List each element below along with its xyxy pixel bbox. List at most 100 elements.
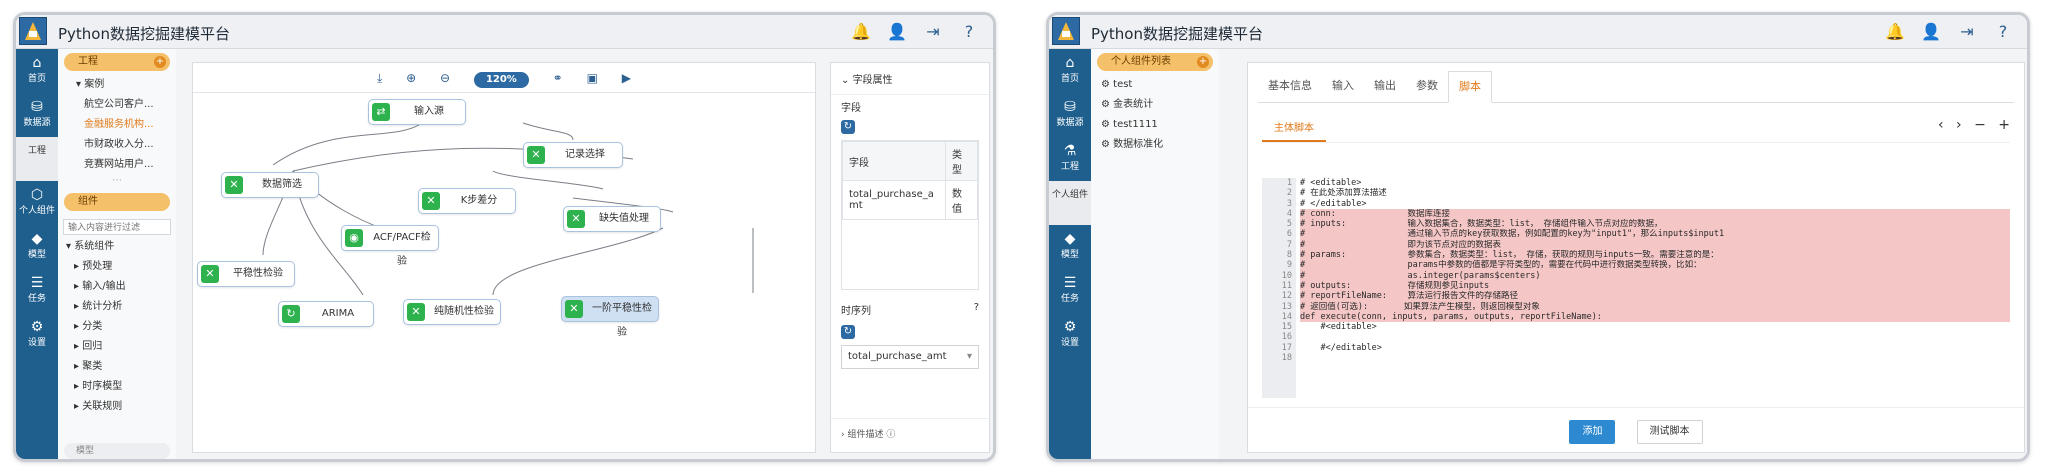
code-line[interactable]: # params中参数的值都是字符类型的，需要在代码中进行数据类型转换，比如： [1300,260,2010,271]
test-script-button[interactable]: 测试脚本 [1636,420,1703,444]
tree-item[interactable]: 市财政收入分... [76,135,176,155]
code-line[interactable]: # </editable> [1300,199,2010,209]
workflow-node[interactable]: ✕ 一阶平稳性检验 [561,296,659,338]
workflow-node[interactable]: ✕ 记录选择 [523,142,623,168]
tree-item[interactable]: ▸ 聚类 [66,357,176,377]
workflow-node[interactable]: ✕ 纯随机性检验 [403,299,501,325]
help-icon[interactable]: ? [974,302,979,313]
nav-item[interactable]: ⛁ 数据源 [16,93,58,137]
workflow-node[interactable]: ↻ ARIMA [278,301,374,327]
editor-tab[interactable]: 输出 [1364,71,1406,102]
code-line[interactable]: # 通过输入节点的key获取数据，例如配置的key为"input1"，那么inp… [1300,229,2010,240]
code-line[interactable]: # reportFileName: 算法运行报告文件的存储路径 [1300,291,2010,302]
component-desc[interactable]: › 组件描述 ⓘ [831,418,989,448]
help-icon[interactable]: ? [951,22,987,41]
code-line[interactable]: # 在此处添加算法描述 [1300,188,2010,198]
editor-panel: 基本信息 输入 输出 参数 脚本 主体脚本 ‹ › − + 1 2 3 4 5 6 7 8 9 10 11 1… [1247,62,2025,453]
workflow-node[interactable]: ✕ K步差分 [418,188,516,214]
code-line[interactable] [1300,353,2010,363]
next-icon[interactable]: › [1956,117,1962,133]
tree-item[interactable]: 金融服务机构... [76,115,176,135]
logout-icon[interactable]: ⇥ [915,22,951,41]
table-row[interactable]: total_purchase_amt 数值 [842,180,979,220]
personal-header[interactable]: 个人组件列表 + [1097,53,1213,71]
tree-item[interactable]: 竞赛网站用户... [76,155,176,175]
component-search-input[interactable] [63,219,171,235]
nav-item[interactable]: ☰ 任务 [16,269,58,313]
collapse-icon[interactable]: ⋯ [58,175,176,189]
user-icon[interactable]: 👤 [1913,22,1949,41]
code-line[interactable] [1300,332,2010,342]
code-editor[interactable]: 1 2 3 4 5 6 7 8 9 10 11 12 13 14 15 16 17 18 # <editable>… [1262,178,2010,398]
nav-item[interactable]: ⬡ 个人组件 [16,181,58,225]
tree-item[interactable]: ⚙ 数据标准化 [1101,135,1219,155]
tree-item[interactable]: ⚙ test [1101,75,1219,95]
workflow-node[interactable]: ◉ ACF/PACF检验 [341,225,439,267]
model-header[interactable]: 模型 [64,443,170,459]
code-line[interactable]: def execute(conn, inputs, params, output… [1300,311,2010,323]
nav-item[interactable]: ⚙ 设置 [1049,313,1091,357]
logout-icon[interactable]: ⇥ [1949,22,1985,41]
tree-item[interactable]: ▾ 案例 [76,75,176,95]
code-line[interactable]: #<editable> [1300,322,2010,332]
editor-tab[interactable]: 基本信息 [1258,71,1322,102]
tree-item[interactable]: ▸ 输入/输出 [66,277,176,297]
add-project-icon[interactable]: + [154,56,166,68]
node-icon: ✕ [422,192,440,210]
tree-item[interactable]: ▸ 时序模型 [66,377,176,397]
code-body[interactable]: # <editable> # 在此处添加算法描述 # </editable> # co… [1300,178,2010,363]
project-header[interactable]: 工程 + [64,53,170,71]
code-line[interactable]: # <editable> [1300,178,2010,188]
nav-item[interactable]: ⚗ 工程 [1049,137,1091,181]
component-header[interactable]: 组件 [64,193,170,211]
tree-item[interactable]: ⚙ test1111 [1101,115,1219,135]
collapse-icon[interactable]: − [1974,117,1986,133]
nav-item[interactable]: ☰ 任务 [1049,269,1091,313]
tree-item[interactable]: ▾ 系统组件 [66,237,176,257]
workflow-node[interactable]: ✕ 平稳性检验 [197,261,295,287]
code-line[interactable]: # as.integer(params$centers) [1300,270,2010,281]
user-icon[interactable]: 👤 [879,22,915,41]
refresh-icon[interactable]: ↻ [841,120,855,134]
nav-item[interactable]: ◆ 模型 [16,225,58,269]
workflow-node[interactable]: ✕ 数据筛选 [221,172,319,198]
code-line[interactable]: # 即为该节点对应的数据表 [1300,239,2010,251]
tree-item[interactable]: ▸ 统计分析 [66,297,176,317]
tree-item[interactable]: ⚙ 金表统计 [1101,95,1219,115]
expand-icon[interactable]: + [1998,117,2010,133]
editor-tab[interactable]: 脚本 [1448,71,1492,103]
tree-item[interactable]: ▸ 预处理 [66,257,176,277]
ts-select[interactable]: total_purchase_amt [841,345,979,369]
code-line[interactable]: # outputs: 存储规则参见inputs [1300,280,2010,292]
editor-tab[interactable]: 参数 [1406,71,1448,102]
bell-icon[interactable]: 🔔 [1877,22,1913,41]
tree-item[interactable]: ▸ 分类 [66,317,176,337]
tree-item[interactable]: 航空公司客户... [76,95,176,115]
workflow-node[interactable]: ✕ 缺失值处理 [563,206,661,232]
help-icon[interactable]: ? [1985,22,2021,41]
nav-item[interactable]: ◆ 模型 [1049,225,1091,269]
props-header[interactable]: ⌄ 字段属性 [831,63,989,95]
nav-item[interactable]: ⛁ 数据源 [1049,93,1091,137]
nav-item[interactable]: 个人组件 [1049,181,1091,225]
code-line[interactable]: # params: 参数集合，数据类型：list， 存储，获取的规则与input… [1300,250,2010,261]
nav-item[interactable]: ⌂ 首页 [1049,49,1091,93]
code-line[interactable]: # conn: 数据库连接 [1300,208,2010,220]
nav-item[interactable]: ⌂ 首页 [16,49,58,93]
bell-icon[interactable]: 🔔 [843,22,879,41]
workflow-canvas[interactable]: ⤓ ⊕ ⊖ 120% ⚭ ▣ ▶ ⇄ 输入源 ✕ 记录选择 ✕ 数据筛选 ✕ K步差分 ✕ 缺失值… [192,62,816,453]
nav-item[interactable]: 工程 [16,137,58,181]
code-line[interactable]: #</editable> [1300,343,2010,353]
nav-item[interactable]: ⚙ 设置 [16,313,58,357]
workflow-node[interactable]: ⇄ 输入源 [368,99,466,125]
refresh-icon[interactable]: ↻ [841,325,855,339]
tree-item[interactable]: ▸ 关联规则 [66,397,176,417]
tree-item[interactable]: ▸ 回归 [66,337,176,357]
prev-icon[interactable]: ‹ [1938,117,1944,133]
editor-tab[interactable]: 输入 [1322,71,1364,102]
code-line[interactable]: # 返回值(可选): 如果算法产生模型，则返回模型对象 [1300,301,2010,312]
code-line[interactable]: # inputs: 输入数据集合，数据类型：list， 存储组件输入节点对应的数… [1300,219,2010,230]
add-component-icon[interactable]: + [1197,56,1209,68]
subtab-main-script[interactable]: 主体脚本 [1262,113,1326,142]
add-button[interactable]: 添加 [1569,420,1616,444]
